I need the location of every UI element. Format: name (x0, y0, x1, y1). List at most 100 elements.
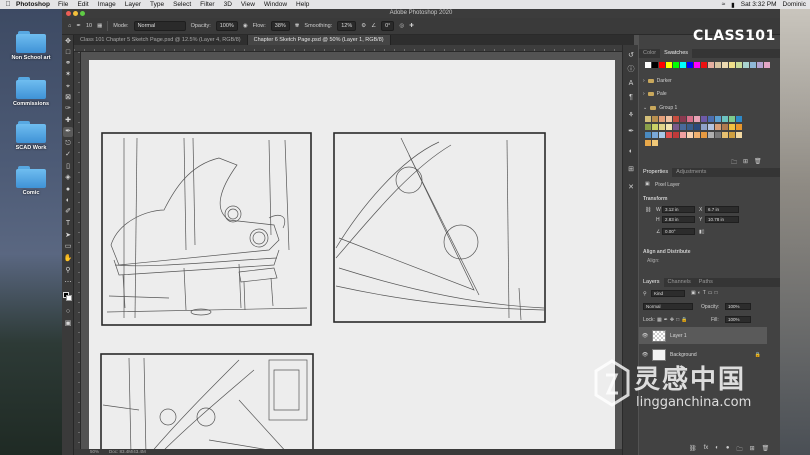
brush-tool-preset-icon[interactable]: ✒ (76, 23, 81, 29)
add-mask-icon[interactable]: ◐ (715, 445, 719, 455)
color-swatch[interactable] (659, 62, 665, 68)
color-swatch[interactable] (687, 116, 693, 122)
zoom-tool-icon[interactable]: ⚲ (63, 266, 73, 276)
menu-window[interactable]: Window (264, 1, 287, 8)
color-swatch[interactable] (708, 116, 714, 122)
color-swatch[interactable] (687, 62, 693, 68)
color-swatch[interactable] (659, 132, 665, 138)
close-window-button[interactable] (66, 11, 71, 16)
delete-layer-icon[interactable]: 🗑 (762, 445, 770, 455)
home-icon[interactable]: ⌂ (68, 23, 71, 29)
tab-channels[interactable]: Channels (664, 278, 695, 287)
path-select-icon[interactable]: ➤ (63, 231, 73, 241)
color-swatch[interactable] (652, 62, 658, 68)
fx-icon[interactable]: fx (704, 445, 709, 455)
menu-layer[interactable]: Layer (125, 1, 141, 8)
color-swatch[interactable] (736, 62, 742, 68)
brushes-panel-icon[interactable]: ✒ (626, 127, 636, 137)
link-dimensions-icon[interactable]: ⛓ (645, 207, 651, 213)
new-group-icon[interactable]: 🗀 (737, 445, 743, 455)
eyedropper-tool-icon[interactable]: ✑ (63, 104, 73, 114)
color-swatch[interactable] (722, 124, 728, 130)
swatch-group-pale[interactable]: › Pale (643, 91, 667, 97)
screen-mode-icon[interactable]: ▣ (63, 319, 73, 329)
wifi-icon[interactable]: ≈ (722, 1, 726, 8)
maximize-window-button[interactable] (80, 11, 85, 16)
color-swatch[interactable] (645, 124, 651, 130)
pressure-opacity-icon[interactable]: ◉ (243, 23, 248, 29)
adjustments-icon[interactable]: ◐ (626, 147, 636, 157)
y-field[interactable]: 10.78 in (705, 216, 739, 223)
smoothing-settings-icon[interactable]: ⚙ (361, 23, 366, 29)
tab-properties[interactable]: Properties (639, 168, 673, 177)
color-swatch[interactable] (666, 62, 672, 68)
battery-icon[interactable]: ▮ (731, 1, 735, 9)
new-group-icon[interactable]: 🗀 (731, 158, 737, 168)
dodge-tool-icon[interactable]: ◐ (63, 196, 73, 206)
eraser-tool-icon[interactable]: ▯ (63, 162, 73, 172)
lasso-tool-icon[interactable]: ⚭ (63, 59, 73, 69)
new-layer-icon[interactable]: ⊞ (750, 445, 755, 455)
width-field[interactable]: 3.12 in (662, 206, 695, 213)
color-swatch[interactable] (715, 62, 721, 68)
ruler-vertical[interactable] (74, 52, 81, 449)
link-layers-icon[interactable]: ⛓ (689, 445, 697, 455)
color-swatch[interactable] (729, 62, 735, 68)
color-swatch[interactable] (680, 62, 686, 68)
color-swatch[interactable] (729, 132, 735, 138)
color-swatch[interactable] (701, 124, 707, 130)
color-swatch[interactable] (715, 132, 721, 138)
menu-filter[interactable]: Filter (200, 1, 214, 8)
flow-field[interactable]: 38% (270, 21, 290, 31)
paragraph-icon[interactable]: ¶ (626, 93, 636, 103)
color-swatch[interactable] (680, 124, 686, 130)
swatch-group-darker[interactable]: › Darker (643, 78, 672, 84)
menu-select[interactable]: Select (173, 1, 191, 8)
quick-select-tool-icon[interactable]: ✶ (63, 70, 73, 80)
color-swatch[interactable] (687, 124, 693, 130)
flip-icon[interactable]: ▮▯ (699, 229, 705, 235)
color-swatch[interactable] (694, 132, 700, 138)
tab-document-active[interactable]: Chapter 6 Sketch Page.psd @ 50% (Layer 1… (247, 35, 391, 45)
info-icon[interactable]: ⓘ (626, 65, 636, 75)
visibility-eye-icon[interactable]: 👁 (641, 333, 649, 339)
menu-app-name[interactable]: Photoshop (16, 1, 50, 8)
menubar-user[interactable]: Dominic (783, 1, 806, 8)
background-color-swatch[interactable] (66, 295, 72, 301)
menu-help[interactable]: Help (296, 1, 309, 8)
minimize-window-button[interactable] (73, 11, 78, 16)
menu-image[interactable]: Image (98, 1, 116, 8)
libraries-icon[interactable]: ⊞ (626, 165, 636, 175)
tab-document[interactable]: Class 101 Chapter 5 Sketch Page.psd @ 12… (74, 35, 248, 45)
tab-color[interactable]: Color (639, 49, 660, 58)
color-swatch[interactable] (673, 116, 679, 122)
color-swatch[interactable] (666, 132, 672, 138)
brush-settings-icon[interactable]: ▦ (97, 23, 102, 29)
desktop-folder[interactable]: Comic (6, 166, 56, 196)
tab-paths[interactable]: Paths (695, 278, 717, 287)
fill-field[interactable]: 100% (725, 316, 751, 323)
airbrush-icon[interactable]: ✾ (295, 23, 300, 29)
ruler-horizontal[interactable] (74, 45, 634, 52)
blur-tool-icon[interactable]: ● (63, 185, 73, 195)
color-swatch[interactable] (736, 116, 742, 122)
layer-filter-icons[interactable]: ▣◐T▭□ (691, 290, 720, 296)
color-swatch[interactable] (659, 116, 665, 122)
color-swatch[interactable] (729, 124, 735, 130)
color-swatch[interactable] (645, 140, 651, 146)
blend-mode-select[interactable]: Normal (643, 303, 693, 310)
desktop-folder[interactable]: Commissions (6, 77, 56, 107)
marquee-tool-icon[interactable]: □ (63, 48, 73, 58)
color-swatch[interactable] (666, 116, 672, 122)
color-swatch[interactable] (701, 116, 707, 122)
type-tool-icon[interactable]: T (63, 219, 73, 229)
menu-type[interactable]: Type (150, 1, 164, 8)
color-swatch[interactable] (694, 124, 700, 130)
new-fill-icon[interactable]: ● (726, 445, 730, 455)
quick-mask-icon[interactable]: ○ (63, 307, 73, 317)
color-swatch[interactable] (680, 132, 686, 138)
history-icon[interactable]: ↺ (626, 51, 636, 61)
color-swatch[interactable] (645, 132, 651, 138)
color-swatch[interactable] (694, 116, 700, 122)
desktop-folder[interactable]: Non School art (6, 31, 56, 61)
